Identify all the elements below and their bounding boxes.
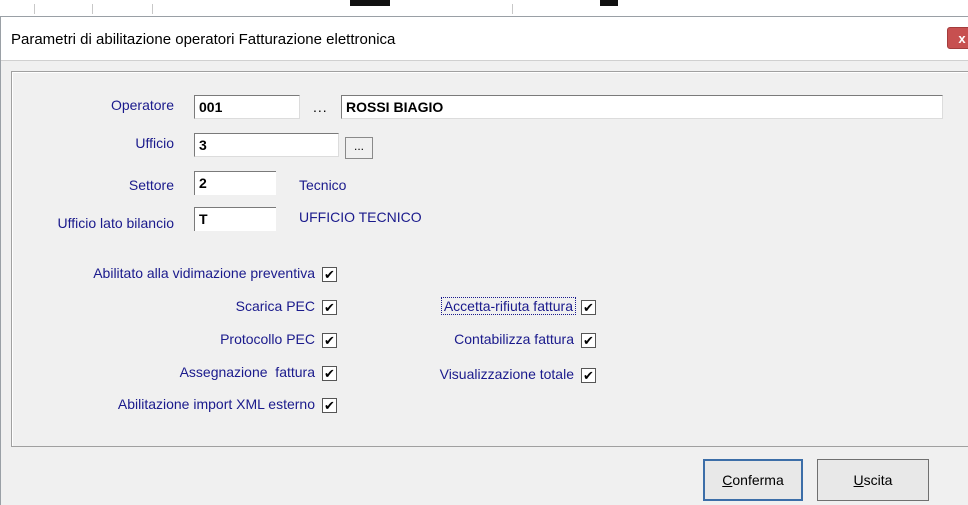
uscita-accesskey: U — [853, 472, 864, 488]
operatore-name-field[interactable]: ROSSI BIAGIO — [341, 95, 943, 119]
contabilizza-fattura-checkbox[interactable]: ✔ — [581, 333, 596, 348]
conferma-button[interactable]: Conferma — [703, 459, 803, 501]
accetta-rifiuta-fattura-checkbox[interactable]: ✔ — [581, 300, 596, 315]
check-icon: ✔ — [583, 368, 594, 383]
check-icon: ✔ — [324, 398, 335, 413]
check-icon: ✔ — [324, 333, 335, 348]
title-bar: Parametri di abilitazione operatori Fatt… — [1, 17, 968, 61]
settore-field[interactable]: 2 — [194, 171, 276, 195]
accetta-rifiuta-fattura-label: Accetta-rifiuta fattura — [440, 297, 576, 315]
vidimazione-preventiva-checkbox[interactable]: ✔ — [322, 267, 337, 282]
ufficio-label: Ufficio — [135, 135, 174, 151]
settore-description: Tecnico — [299, 177, 347, 193]
visualizzazione-totale-label: Visualizzazione totale — [439, 366, 574, 382]
ufficio-lookup-button[interactable]: ... — [345, 137, 373, 159]
background-artifact — [600, 0, 618, 6]
conferma-label: onferma — [732, 472, 784, 488]
assegnazione-fattura-label: Assegnazione fattura — [179, 364, 315, 380]
operatore-label: Operatore — [110, 97, 174, 113]
protocollo-pec-label: Protocollo PEC — [220, 331, 315, 347]
ufficio-field[interactable]: 3 — [194, 133, 339, 157]
assegnazione-fattura-checkbox[interactable]: ✔ — [322, 366, 337, 381]
background-divider — [92, 4, 93, 14]
close-icon: x — [958, 31, 966, 46]
close-button[interactable]: x — [947, 27, 968, 49]
conferma-accesskey: C — [722, 472, 733, 488]
check-icon: ✔ — [583, 300, 594, 315]
protocollo-pec-checkbox[interactable]: ✔ — [322, 333, 337, 348]
check-icon: ✔ — [324, 300, 335, 315]
ufficio-lato-bilancio-field[interactable]: T — [194, 207, 276, 231]
background-artifact — [350, 0, 390, 6]
background-divider — [512, 4, 513, 14]
settore-label: Settore — [128, 177, 174, 193]
uscita-button[interactable]: Uscita — [817, 459, 929, 501]
parameters-group — [11, 71, 968, 447]
check-icon: ✔ — [324, 267, 335, 282]
import-xml-esterno-checkbox[interactable]: ✔ — [322, 398, 337, 413]
uscita-label: scita — [863, 472, 893, 488]
background-window-strip — [0, 0, 968, 16]
import-xml-esterno-label: Abilitazione import XML esterno — [117, 396, 315, 412]
contabilizza-fattura-label: Contabilizza fattura — [454, 331, 574, 347]
ufficio-lato-bilancio-label: Ufficio lato bilancio — [57, 215, 174, 231]
ufficio-lato-bilancio-description: UFFICIO TECNICO — [299, 209, 422, 225]
visualizzazione-totale-checkbox[interactable]: ✔ — [581, 368, 596, 383]
scarica-pec-checkbox[interactable]: ✔ — [322, 300, 337, 315]
background-divider — [34, 4, 35, 14]
check-icon: ✔ — [583, 333, 594, 348]
scarica-pec-label: Scarica PEC — [235, 298, 315, 314]
dialog-window: Parametri di abilitazione operatori Fatt… — [0, 16, 968, 505]
background-divider — [152, 4, 153, 14]
window-title: Parametri di abilitazione operatori Fatt… — [11, 31, 396, 48]
check-icon: ✔ — [324, 366, 335, 381]
operatore-code-field[interactable]: 001 — [194, 95, 300, 119]
operatore-lookup[interactable]: ... — [313, 99, 328, 115]
vidimazione-preventiva-label: Abilitato alla vidimazione preventiva — [93, 265, 315, 281]
